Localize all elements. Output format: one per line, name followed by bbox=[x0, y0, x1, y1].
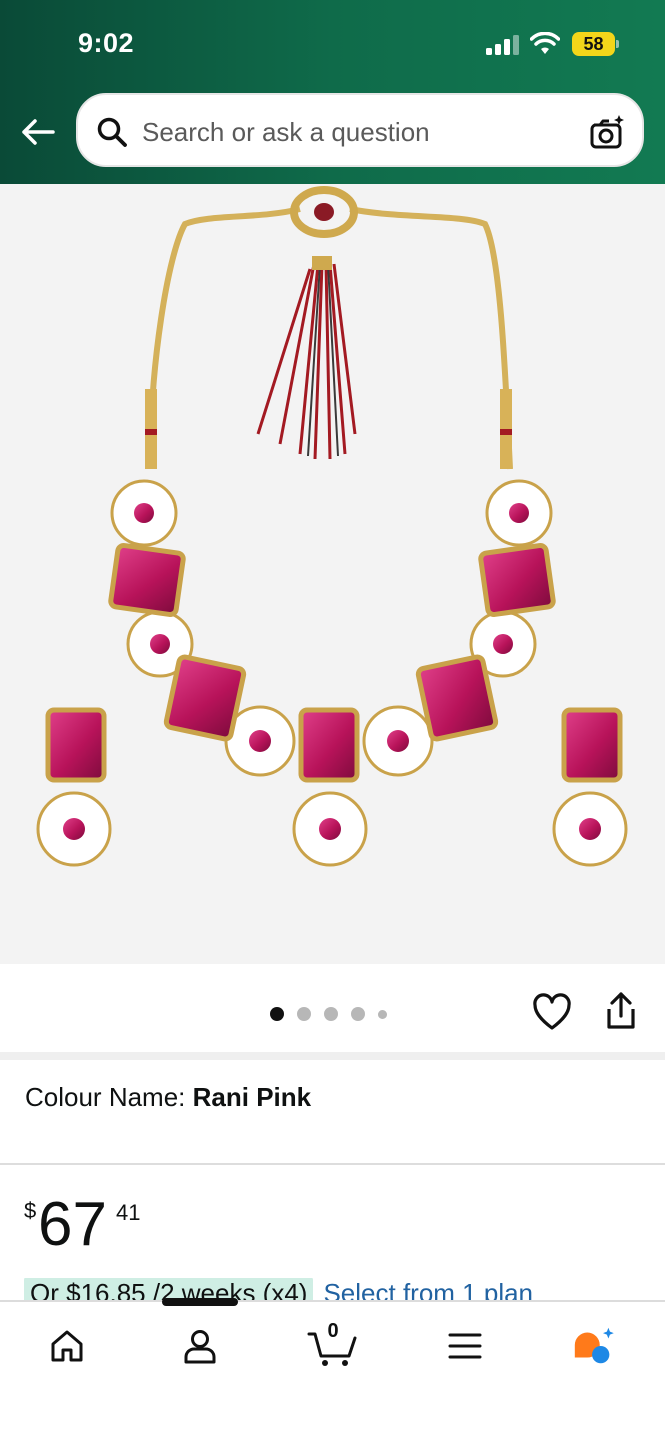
battery-level: 58 bbox=[583, 34, 604, 54]
cart-count: 0 bbox=[327, 1320, 339, 1342]
heart-icon[interactable] bbox=[532, 993, 572, 1033]
colour-label: Colour Name: bbox=[25, 1082, 193, 1112]
colour-name-row: Colour Name: Rani Pink bbox=[25, 1082, 311, 1113]
rufus-assistant-icon bbox=[574, 1327, 614, 1364]
back-arrow-icon bbox=[22, 119, 55, 145]
bottom-nav: 0 bbox=[0, 1300, 665, 1440]
share-icon[interactable] bbox=[602, 991, 640, 1031]
nav-home[interactable] bbox=[43, 1322, 91, 1370]
pagination-dot-4[interactable] bbox=[351, 1007, 365, 1021]
section-divider bbox=[0, 1052, 665, 1060]
nav-cart[interactable]: 0 bbox=[307, 1320, 359, 1370]
status-time: 9:02 bbox=[78, 28, 135, 58]
product-image[interactable] bbox=[0, 184, 665, 964]
cellular-signal-icon bbox=[486, 35, 519, 55]
price-fraction: 41 bbox=[116, 1200, 141, 1225]
user-icon bbox=[184, 1330, 216, 1364]
top-header: 9:02 58 bbox=[0, 0, 665, 184]
search-bar[interactable] bbox=[76, 93, 644, 167]
wifi-icon bbox=[530, 32, 560, 54]
back-button[interactable] bbox=[18, 112, 58, 152]
divider bbox=[0, 1163, 665, 1165]
pagination-dot-3[interactable] bbox=[324, 1007, 338, 1021]
status-bar: 9:02 58 bbox=[0, 0, 665, 90]
camera-search-icon[interactable] bbox=[588, 113, 626, 151]
price-whole: 67 bbox=[38, 1190, 107, 1259]
search-icon bbox=[97, 117, 127, 147]
nav-menu[interactable] bbox=[441, 1322, 489, 1370]
home-icon bbox=[51, 1330, 83, 1362]
battery-icon: 58 bbox=[572, 32, 620, 56]
home-indicator bbox=[162, 1298, 238, 1306]
pagination-dot-5[interactable] bbox=[378, 1009, 387, 1019]
necklace-set-image bbox=[36, 186, 628, 867]
colour-value: Rani Pink bbox=[192, 1082, 312, 1112]
image-pagination[interactable] bbox=[270, 1007, 387, 1021]
nav-account[interactable] bbox=[176, 1322, 224, 1370]
search-input[interactable] bbox=[142, 113, 562, 151]
pagination-dot-2[interactable] bbox=[297, 1007, 311, 1021]
nav-rufus[interactable] bbox=[570, 1322, 618, 1370]
price-currency: $ bbox=[24, 1198, 37, 1223]
menu-icon bbox=[448, 1333, 482, 1359]
pagination-dot-1[interactable] bbox=[270, 1007, 284, 1021]
